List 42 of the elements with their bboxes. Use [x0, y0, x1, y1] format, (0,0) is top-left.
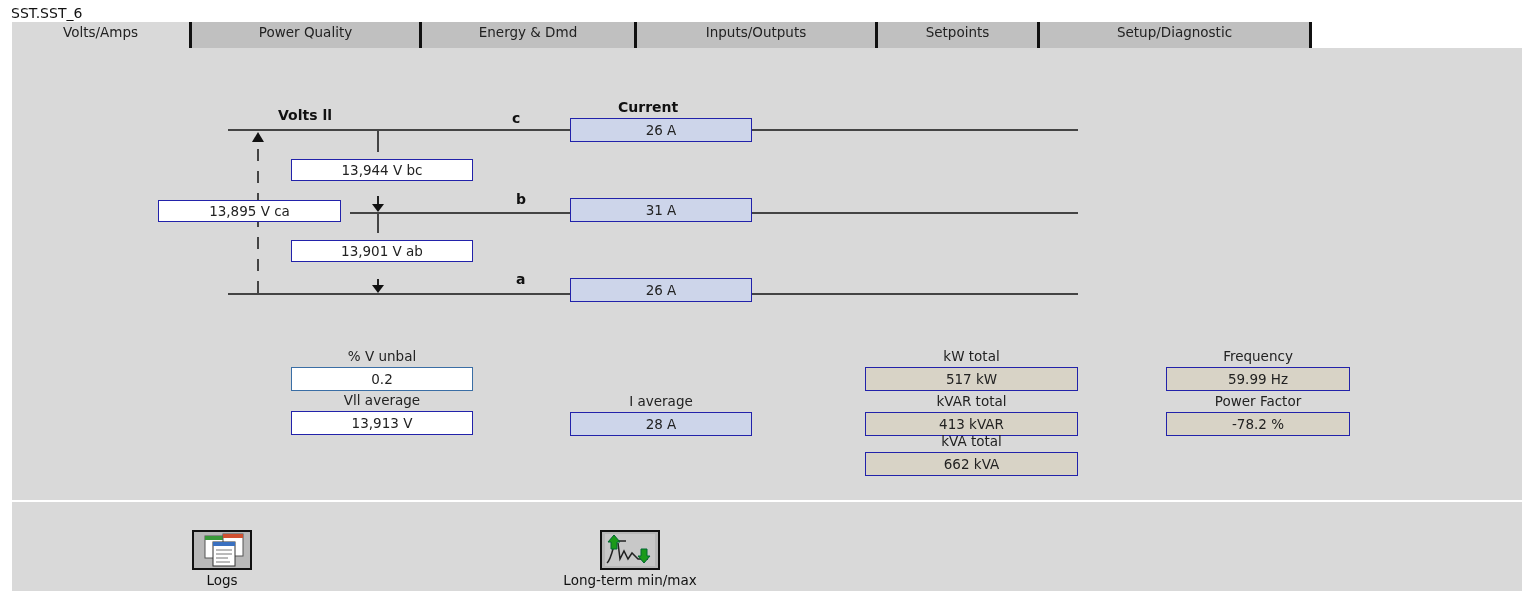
- readout-label: Power Factor: [1213, 392, 1303, 411]
- window-title: SST.SST_6: [10, 4, 84, 22]
- connector-line: [377, 130, 379, 153]
- current-heading: Current: [618, 99, 679, 115]
- voltage-heading: Volts ll: [278, 107, 332, 123]
- tab[interactable]: Setup/Diagnostic: [1040, 22, 1312, 48]
- readout-value: 517 kW: [865, 367, 1078, 391]
- readout-value: 28 A: [570, 412, 752, 436]
- tab[interactable]: Power Quality: [192, 22, 422, 48]
- readout-value: 59.99 Hz: [1166, 367, 1350, 391]
- tab[interactable]: Setpoints: [878, 22, 1040, 48]
- tab[interactable]: Inputs/Outputs: [637, 22, 878, 48]
- shortcut-label: Logs: [206, 572, 238, 588]
- down-arrow: [372, 195, 384, 212]
- voltage-readout: 13,895 V ca: [158, 200, 341, 222]
- current-readout: 31 A: [570, 198, 752, 222]
- readout-label: % V unbal: [346, 347, 418, 366]
- phase-label: b: [516, 191, 527, 207]
- voltage-readout: 13,901 V ab: [291, 240, 473, 262]
- readout-label: kVAR total: [935, 392, 1008, 411]
- connector-line: [377, 213, 379, 234]
- readout-value: -78.2 %: [1166, 412, 1350, 436]
- down-arrow: [372, 278, 384, 293]
- tab[interactable]: Volts/Amps: [12, 22, 192, 48]
- tab[interactable]: Energy & Dmd: [422, 22, 637, 48]
- shortcut-button[interactable]: [600, 530, 660, 570]
- shortcut-label: Long-term min/max: [563, 572, 697, 588]
- current-readout: 26 A: [570, 278, 752, 302]
- readout-value: 13,913 V: [291, 411, 473, 435]
- readout-value: 0.2: [291, 367, 473, 391]
- phase-label: a: [516, 271, 526, 287]
- shortcut-button[interactable]: [192, 530, 252, 570]
- readout-label: Vll average: [342, 391, 422, 410]
- readout-label: I average: [628, 392, 694, 411]
- current-readout: 26 A: [570, 118, 752, 142]
- readout-label: Frequency: [1222, 347, 1294, 366]
- phase-label: c: [512, 110, 521, 126]
- readout-value: 662 kVA: [865, 452, 1078, 476]
- readout-label: kW total: [942, 347, 1001, 366]
- voltage-readout: 13,944 V bc: [291, 159, 473, 181]
- min-max-trend-icon: [604, 533, 656, 567]
- readout-value: 413 kVAR: [865, 412, 1078, 436]
